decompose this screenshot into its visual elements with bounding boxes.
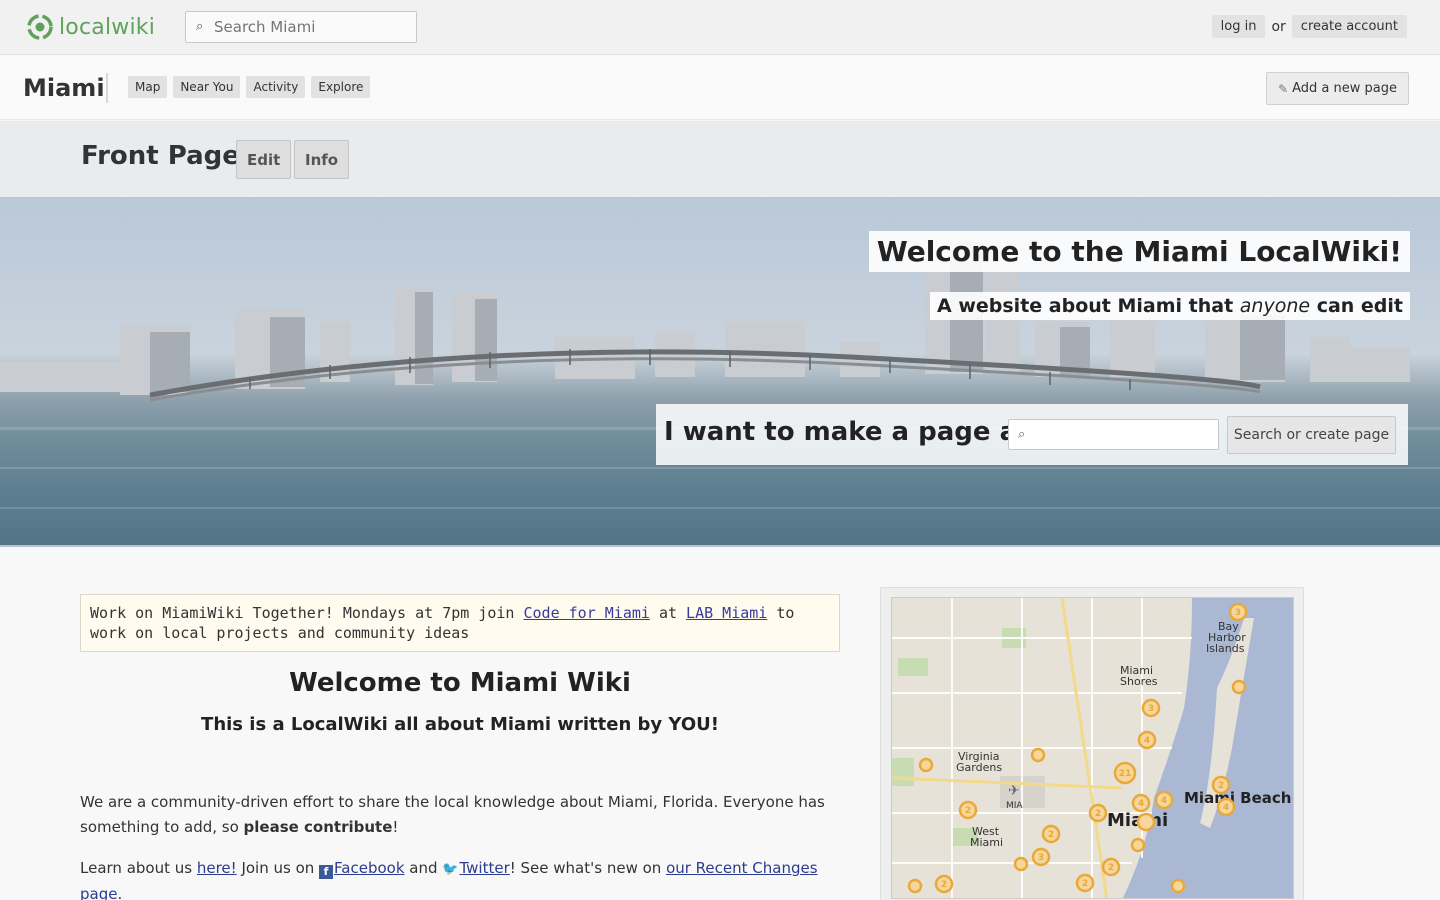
- page-search-form: I want to make a page about ⌕ Search or …: [656, 404, 1408, 465]
- and-text: and: [404, 859, 443, 877]
- svg-text:Shores: Shores: [1120, 675, 1158, 688]
- search-icon: ⌕: [1018, 427, 1026, 442]
- page-title: Front Page: [81, 141, 240, 171]
- facebook-link[interactable]: Facebook: [334, 859, 404, 877]
- svg-text:Miami Beach: Miami Beach: [1184, 789, 1291, 807]
- intro-text-end: !: [392, 818, 399, 836]
- code-for-miami-link[interactable]: Code for Miami: [523, 604, 649, 622]
- svg-text:✈: ✈: [1008, 783, 1020, 799]
- svg-text:4: 4: [1223, 803, 1229, 813]
- social-paragraph: Learn about us here! Join us on f Faceboo…: [80, 856, 840, 900]
- svg-text:Gardens: Gardens: [956, 761, 1002, 774]
- join-text: Join us on: [236, 859, 320, 877]
- notice-text-pre: Work on MiamiWiki Together! Mondays at 7…: [90, 604, 524, 622]
- edit-button[interactable]: Edit: [236, 140, 292, 179]
- page-title-bar: Front Page Edit Info: [0, 121, 1440, 197]
- please-contribute-text: please contribute: [243, 818, 393, 836]
- svg-text:2: 2: [965, 806, 971, 816]
- add-new-page-label: Add a new page: [1292, 81, 1397, 96]
- region-title[interactable]: Miami: [23, 74, 105, 102]
- svg-text:4: 4: [1144, 736, 1150, 746]
- hero-subtitle-emphasis: anyone: [1239, 295, 1311, 317]
- region-map[interactable]: ✈ Bay Harbor Islands Miami Shores Virgin…: [891, 597, 1294, 899]
- auth-links: log in or create account: [1211, 15, 1407, 38]
- welcome-heading: Welcome to Miami Wiki: [289, 668, 631, 698]
- main-content: Work on MiamiWiki Together! Mondays at 7…: [0, 549, 1440, 900]
- page-search-input[interactable]: ⌕: [1008, 419, 1219, 450]
- svg-text:2: 2: [1048, 830, 1054, 840]
- search-or-create-button[interactable]: Search or create page: [1227, 416, 1396, 454]
- lab-miami-link[interactable]: LAB Miami: [686, 604, 767, 622]
- add-new-page-button[interactable]: ✎ Add a new page: [1266, 72, 1409, 105]
- svg-text:2: 2: [1218, 781, 1224, 791]
- svg-text:3: 3: [1235, 608, 1241, 618]
- learn-text: Learn about us: [80, 859, 197, 877]
- svg-text:3: 3: [1148, 704, 1154, 714]
- nav-near-you[interactable]: Near You: [173, 76, 241, 98]
- intro-text: We are a community-driven effort to shar…: [80, 793, 825, 836]
- about-us-link[interactable]: here!: [197, 859, 237, 877]
- region-map-graphic: ✈ Bay Harbor Islands Miami Shores Virgin…: [892, 598, 1293, 898]
- welcome-subheading: This is a LocalWiki all about Miami writ…: [201, 714, 719, 735]
- svg-text:2: 2: [1108, 863, 1114, 873]
- localwiki-logo[interactable]: localwiki: [25, 12, 155, 42]
- nav-explore[interactable]: Explore: [311, 76, 371, 98]
- region-bar: Miami Map Near You Activity Explore ✎ Ad…: [0, 56, 1440, 120]
- hero-title: Welcome to the Miami LocalWiki!: [868, 231, 1410, 272]
- facebook-icon: f: [319, 865, 334, 879]
- search-icon: ⌕: [196, 19, 204, 34]
- hero-subtitle: A website about Miami that anyone can ed…: [930, 292, 1410, 320]
- hero-subtitle-post: can edit: [1310, 295, 1403, 317]
- login-button[interactable]: log in: [1211, 15, 1266, 38]
- hero-banner: Welcome to the Miami LocalWiki! A websit…: [0, 197, 1440, 547]
- svg-text:4: 4: [1161, 796, 1167, 806]
- site-search-input[interactable]: [214, 17, 409, 37]
- see-text: ! See what's new on: [509, 859, 667, 877]
- create-account-button[interactable]: create account: [1291, 15, 1407, 38]
- top-bar: localwiki ⌕ log in or create account: [0, 0, 1440, 55]
- region-nav: Map Near You Activity Explore: [128, 76, 371, 98]
- region-divider: [106, 73, 108, 103]
- nav-map[interactable]: Map: [128, 76, 168, 98]
- svg-text:2: 2: [1095, 809, 1101, 819]
- svg-text:3: 3: [1038, 853, 1044, 863]
- svg-text:Miami: Miami: [970, 836, 1003, 849]
- localwiki-logo-icon: [27, 14, 53, 40]
- intro-paragraph: We are a community-driven effort to shar…: [80, 790, 840, 840]
- twitter-icon: 🐦: [442, 862, 459, 877]
- pencil-icon: ✎: [1278, 81, 1289, 96]
- svg-text:Islands: Islands: [1206, 642, 1245, 655]
- logo-text: localwiki: [59, 14, 156, 40]
- info-button[interactable]: Info: [294, 140, 350, 179]
- notice-text-mid: at: [649, 604, 687, 622]
- svg-text:4: 4: [1138, 799, 1144, 809]
- or-text: or: [1271, 18, 1286, 35]
- period-text: .: [117, 885, 123, 900]
- event-notice: Work on MiamiWiki Together! Mondays at 7…: [80, 594, 840, 652]
- site-search[interactable]: ⌕: [185, 11, 417, 43]
- svg-text:2: 2: [941, 880, 947, 890]
- svg-text:MIA: MIA: [1006, 801, 1023, 811]
- nav-activity[interactable]: Activity: [246, 76, 306, 98]
- hero-subtitle-pre: A website about Miami that: [937, 295, 1240, 317]
- map-card: ✈ Bay Harbor Islands Miami Shores Virgin…: [880, 587, 1304, 900]
- svg-text:21: 21: [1119, 769, 1132, 779]
- twitter-link[interactable]: Twitter: [459, 859, 509, 877]
- svg-text:2: 2: [1082, 879, 1088, 889]
